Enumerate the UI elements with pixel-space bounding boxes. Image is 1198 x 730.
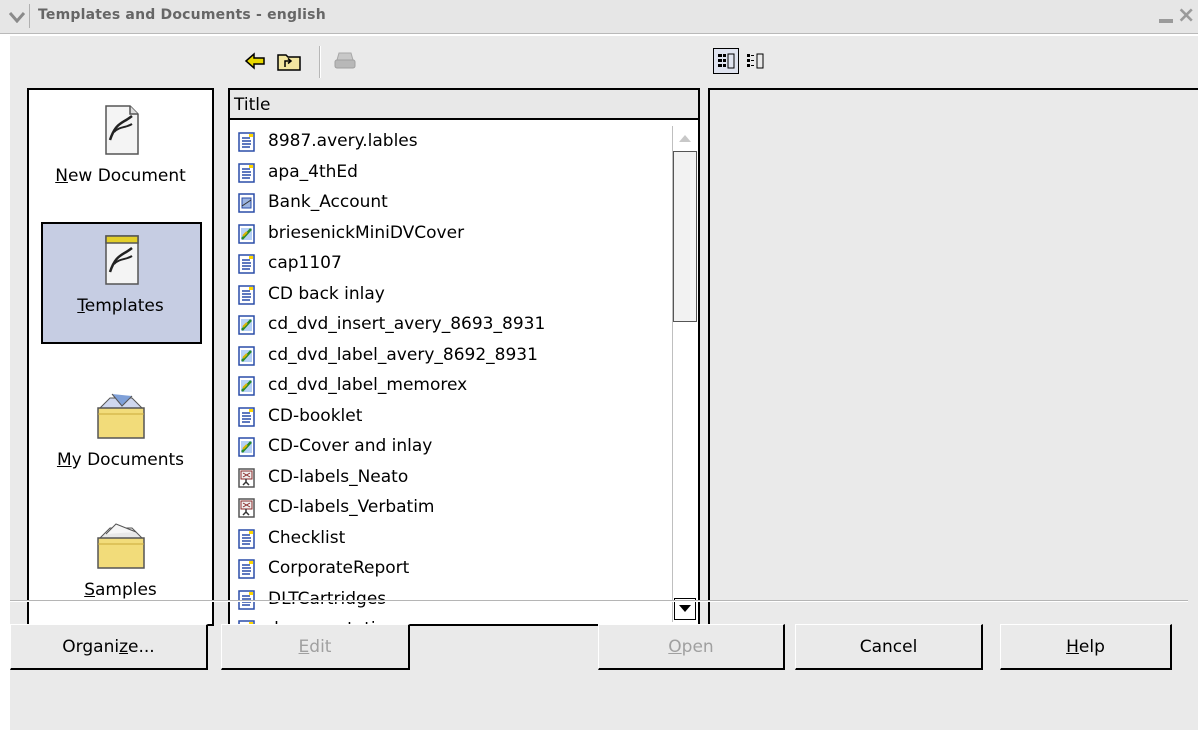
list-item[interactable]: cd_dvd_label_avery_8692_8931	[230, 340, 670, 371]
templates-dialog-window: Templates and Documents - english × New …	[0, 0, 1198, 730]
list-item-label: Bank_Account	[268, 192, 388, 212]
window-menu-button[interactable]	[4, 4, 30, 28]
drawing-icon	[238, 376, 256, 396]
list-item-label: Checklist	[268, 527, 346, 548]
window-title: Templates and Documents - english	[38, 7, 326, 23]
vertical-scrollbar[interactable]	[672, 126, 697, 622]
presentation-icon	[238, 467, 256, 488]
document-preview-icon	[718, 53, 735, 69]
drawing-icon	[238, 345, 256, 366]
cancel-button[interactable]: Cancel	[795, 624, 983, 670]
print-button[interactable]	[332, 48, 358, 74]
list-item[interactable]: CorporateReport	[230, 553, 670, 584]
list-item[interactable]: Bank_Account	[230, 187, 670, 218]
arrow-down-icon	[679, 605, 691, 612]
list-item-label: CD back inlay	[268, 283, 385, 304]
folder-icon	[97, 523, 145, 569]
templates-icon	[105, 235, 139, 285]
category-samples[interactable]: Samples	[29, 510, 212, 624]
text-doc-icon	[238, 162, 256, 183]
list-item[interactable]: CD back inlay	[230, 279, 670, 310]
divider	[10, 600, 1188, 602]
close-icon[interactable]: ×	[1177, 4, 1197, 28]
category-pane: New Document Templates My Documents Samp…	[27, 88, 214, 626]
list-item-label: CD-labels_Verbatim	[268, 497, 435, 517]
toolbar-separator	[319, 46, 321, 78]
document-preview-button[interactable]	[713, 48, 739, 74]
text-doc-icon	[238, 559, 256, 579]
text-doc-icon	[238, 528, 256, 549]
back-arrow-icon	[244, 52, 265, 70]
column-header-title[interactable]: Title	[230, 90, 698, 120]
list-item-label: CD-labels_Neato	[268, 466, 409, 487]
text-doc-icon	[238, 132, 256, 152]
list-item[interactable]: cd_dvd_insert_avery_8693_8931	[230, 309, 670, 340]
drawing-icon	[238, 315, 256, 335]
up-one-level-button[interactable]	[276, 48, 302, 74]
list-item-label: briesenickMiniDVCover	[268, 222, 465, 243]
list-item[interactable]: DLTCartridges	[230, 584, 670, 615]
list-item[interactable]: 8987.avery.lables	[230, 126, 670, 157]
list-rows: 8987.avery.lables apa_4thEd Bank_Accountbr…	[230, 126, 670, 624]
list-item[interactable]: cd_dvd_label_memorex	[230, 370, 670, 401]
printer-icon	[334, 52, 356, 69]
text-doc-icon	[238, 254, 256, 274]
help-button[interactable]: Help	[1000, 624, 1172, 670]
minimize-button[interactable]	[1157, 6, 1175, 26]
document-properties-icon	[747, 53, 764, 69]
list-item-label: cd_dvd_label_memorex	[268, 375, 468, 395]
list-item[interactable]: briesenickMiniDVCover	[230, 218, 670, 249]
list-item-label: cap1107	[268, 253, 342, 273]
list-item[interactable]: CD-booklet	[230, 401, 670, 432]
list-item-label: CorporateReport	[268, 558, 410, 578]
list-item-label: cd_dvd_insert_avery_8693_8931	[268, 314, 546, 334]
category-label: Samples	[84, 580, 157, 600]
list-item-label: cd_dvd_label_avery_8692_8931	[268, 344, 538, 365]
new-document-icon	[105, 105, 139, 155]
list-item[interactable]: CD-labels_Neato	[230, 462, 670, 493]
category-new-document[interactable]: New Document	[29, 96, 212, 210]
list-item[interactable]: CD-labels_Verbatim	[230, 492, 670, 523]
edit-button[interactable]: Edit	[221, 624, 410, 670]
category-label: New Document	[55, 166, 186, 186]
list-item-label: CD-booklet	[268, 405, 363, 426]
folder-icon	[97, 393, 145, 439]
open-button[interactable]: Open	[598, 624, 785, 670]
chevron-down-icon	[9, 12, 25, 23]
list-item-label: 8987.avery.lables	[268, 131, 418, 151]
drawing-icon	[238, 437, 256, 457]
list-item-label: DLTCartridges	[268, 588, 387, 609]
template-list: Title 8987.avery.lables apa_4thEd Bank_Acc…	[228, 88, 700, 626]
spreadsheet-icon	[238, 193, 256, 213]
arrow-up-icon	[679, 135, 691, 142]
list-item[interactable]: cap1107	[230, 248, 670, 279]
list-item[interactable]: Checklist	[230, 523, 670, 554]
folder-up-icon	[277, 54, 301, 71]
category-label: Templates	[77, 296, 164, 316]
category-label: My Documents	[56, 450, 185, 470]
list-item-label: apa_4thEd	[268, 161, 358, 182]
drawing-icon	[238, 223, 256, 244]
back-button[interactable]	[242, 48, 268, 74]
preview-pane	[708, 88, 1198, 626]
text-doc-icon	[238, 284, 256, 305]
list-item-label: CD-Cover and inlay	[268, 436, 433, 456]
organize-button[interactable]: Organize...	[10, 624, 208, 670]
category-my-documents[interactable]: My Documents	[29, 380, 212, 494]
list-item[interactable]: apa_4thEd	[230, 157, 670, 188]
scroll-thumb[interactable]	[673, 151, 697, 322]
text-doc-icon	[238, 406, 256, 427]
title-bar[interactable]: Templates and Documents - english ×	[0, 0, 1198, 34]
document-properties-button[interactable]	[742, 48, 768, 74]
presentation-icon	[238, 498, 256, 518]
category-templates[interactable]: Templates	[29, 222, 212, 344]
list-item[interactable]: CD-Cover and inlay	[230, 431, 670, 462]
scroll-up-button[interactable]	[674, 127, 696, 149]
